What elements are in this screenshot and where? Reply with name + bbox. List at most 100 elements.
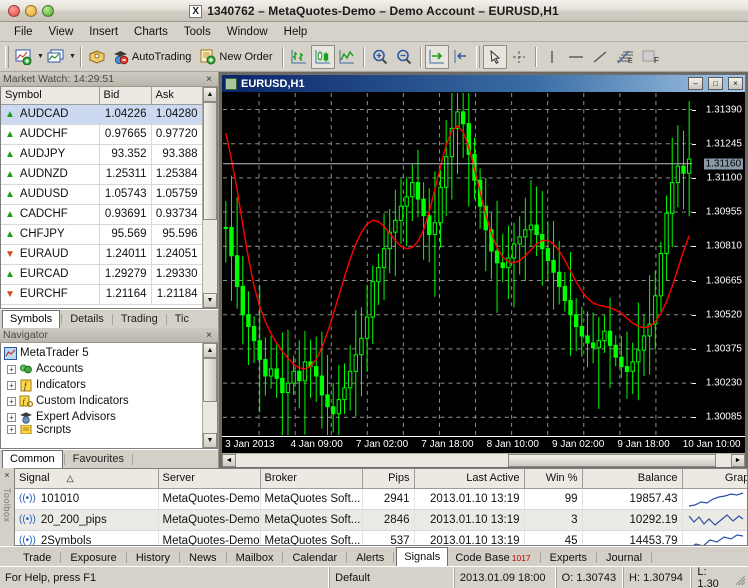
navigator-scroll-thumb[interactable] xyxy=(203,358,217,402)
chart-close-button[interactable]: × xyxy=(728,77,743,90)
chart-scroll-track[interactable] xyxy=(236,454,731,467)
profiles-button[interactable] xyxy=(85,45,109,69)
market-watch-scroll-thumb[interactable] xyxy=(203,102,217,220)
expander-icon[interactable]: + xyxy=(7,365,16,374)
candlestick-chart-button[interactable] xyxy=(311,45,335,69)
new-chart-button[interactable] xyxy=(12,45,36,69)
tab-details[interactable]: Details xyxy=(63,311,111,328)
tab-trade[interactable]: Trade xyxy=(16,549,58,566)
vertical-line-button[interactable] xyxy=(540,45,564,69)
trendline-button[interactable] xyxy=(588,45,612,69)
market-watch-scrollbar[interactable]: ▲ ▼ xyxy=(202,87,217,308)
market-watch-row[interactable]: ▲AUDNZD1.253111.25384 xyxy=(1,164,202,184)
nav-node-scripts[interactable]: + Scripts xyxy=(3,425,202,434)
minimize-button[interactable] xyxy=(25,5,37,17)
toolbox-close-icon[interactable]: × xyxy=(4,470,9,480)
menu-charts[interactable]: Charts xyxy=(126,24,176,40)
market-watch-row[interactable]: ▲AUDCHF0.976650.97720 xyxy=(1,124,202,144)
zoom-out-button[interactable] xyxy=(392,45,416,69)
scroll-down-icon[interactable]: ▼ xyxy=(203,293,217,308)
market-watch-row[interactable]: ▼EURAUD1.240111.24051 xyxy=(1,244,202,264)
tab-alerts[interactable]: Alerts xyxy=(349,549,391,566)
tab-symbols[interactable]: Symbols xyxy=(2,310,60,328)
menu-help[interactable]: Help xyxy=(276,24,316,40)
tab-signals[interactable]: Signals xyxy=(396,547,448,566)
price-scale[interactable]: 1.313901.312451.311001.309551.308101.306… xyxy=(692,93,744,435)
column-header-win[interactable]: Win % xyxy=(524,469,582,488)
menu-window[interactable]: Window xyxy=(219,24,276,40)
column-header-signal[interactable]: Signal △ xyxy=(15,469,158,488)
nav-node-indicators[interactable]: + f Indicators xyxy=(3,377,202,393)
scroll-left-icon[interactable]: ◄ xyxy=(222,454,236,467)
chart-maximize-button[interactable]: □ xyxy=(708,77,723,90)
status-profile[interactable]: Default xyxy=(330,567,455,588)
chart-window-dropdown-icon[interactable]: ▼ xyxy=(69,53,76,60)
tab-history[interactable]: History xyxy=(129,549,177,566)
expander-icon[interactable]: + xyxy=(7,413,16,422)
table-row[interactable]: ((•))20_200_pipsMetaQuotes-DemoMetaQuote… xyxy=(15,509,748,530)
nav-node-accounts[interactable]: + Accounts xyxy=(3,361,202,377)
column-header-pips[interactable]: Pips xyxy=(362,469,414,488)
expander-icon[interactable]: + xyxy=(7,425,16,434)
line-chart-button[interactable] xyxy=(335,45,359,69)
market-watch-row[interactable]: ▲AUDCAD1.042261.04280 xyxy=(1,104,202,124)
tab-common[interactable]: Common xyxy=(2,450,63,468)
toolbar-grip-2[interactable] xyxy=(476,46,480,68)
chart-minimize-button[interactable]: – xyxy=(688,77,703,90)
bar-chart-button[interactable] xyxy=(287,45,311,69)
tab-news[interactable]: News xyxy=(182,549,224,566)
column-header-graph[interactable]: Graph xyxy=(682,469,748,488)
market-watch-close-icon[interactable]: × xyxy=(203,74,215,85)
chart-scroll-thumb[interactable] xyxy=(508,454,716,467)
scroll-right-icon[interactable]: ► xyxy=(731,454,745,467)
tab-exposure[interactable]: Exposure xyxy=(63,549,123,566)
nav-node-expert-advisors[interactable]: + Expert Advisors xyxy=(3,409,202,425)
expander-icon[interactable]: + xyxy=(7,381,16,390)
tab-experts[interactable]: Experts xyxy=(543,549,594,566)
column-header-server[interactable]: Server xyxy=(158,469,260,488)
market-watch-row[interactable]: ▲AUDJPY93.35293.388 xyxy=(1,144,202,164)
tab-favourites[interactable]: Favourites xyxy=(66,451,131,468)
auto-scroll-button[interactable] xyxy=(425,45,449,69)
fibonacci-button[interactable]: E xyxy=(612,45,638,69)
column-header-broker[interactable]: Broker xyxy=(260,469,362,488)
chart-horizontal-scrollbar[interactable]: ◄ ► xyxy=(222,453,745,467)
expander-icon[interactable]: + xyxy=(7,397,16,406)
table-row[interactable]: ((•))2SymbolsMetaQuotes-DemoMetaQuotes S… xyxy=(15,530,748,546)
text-button[interactable]: F xyxy=(638,45,664,69)
market-watch-row[interactable]: ▲AUDUSD1.057431.05759 xyxy=(1,184,202,204)
market-watch-row[interactable]: ▲CADCHF0.936910.93734 xyxy=(1,204,202,224)
chart-plot[interactable] xyxy=(223,93,692,435)
column-header-last-active[interactable]: Last Active xyxy=(414,469,524,488)
tab-journal[interactable]: Journal xyxy=(599,549,649,566)
navigator-close-icon[interactable]: × xyxy=(203,330,215,341)
close-button[interactable] xyxy=(8,5,20,17)
market-watch-row[interactable]: ▼EURCHF1.211641.21184 xyxy=(1,284,202,304)
chart-shift-button[interactable] xyxy=(449,45,473,69)
horizontal-line-button[interactable] xyxy=(564,45,588,69)
column-header-balance[interactable]: Balance xyxy=(582,469,682,488)
tab-trading[interactable]: Trading xyxy=(114,311,165,328)
menu-tools[interactable]: Tools xyxy=(176,24,219,40)
navigator-scroll-track[interactable] xyxy=(203,358,217,433)
toolbar-grip[interactable] xyxy=(5,46,9,68)
scroll-up-icon[interactable]: ▲ xyxy=(203,343,217,358)
column-header-symbol[interactable]: Symbol xyxy=(1,87,99,104)
column-header-bid[interactable]: Bid xyxy=(99,87,151,104)
cursor-button[interactable] xyxy=(483,45,507,69)
tab-calendar[interactable]: Calendar xyxy=(285,549,344,566)
tab-code-base[interactable]: Code Base1017 xyxy=(448,549,537,566)
market-watch-row[interactable]: ▲CHFJPY95.56995.596 xyxy=(1,224,202,244)
scroll-up-icon[interactable]: ▲ xyxy=(203,87,217,102)
tab-ticks[interactable]: Tic xyxy=(168,311,196,328)
new-order-button[interactable]: New Order xyxy=(196,45,277,69)
navigator-scrollbar[interactable]: ▲ ▼ xyxy=(202,343,217,448)
resize-grip[interactable] xyxy=(735,567,748,588)
scroll-down-icon[interactable]: ▼ xyxy=(203,433,217,448)
chart-window-button[interactable] xyxy=(44,45,68,69)
maximize-button[interactable] xyxy=(42,5,54,17)
column-header-ask[interactable]: Ask xyxy=(151,87,202,104)
menu-file[interactable]: File xyxy=(6,24,41,40)
table-row[interactable]: ((•))101010MetaQuotes-DemoMetaQuotes Sof… xyxy=(15,488,748,509)
market-watch-scroll-track[interactable] xyxy=(203,102,217,293)
